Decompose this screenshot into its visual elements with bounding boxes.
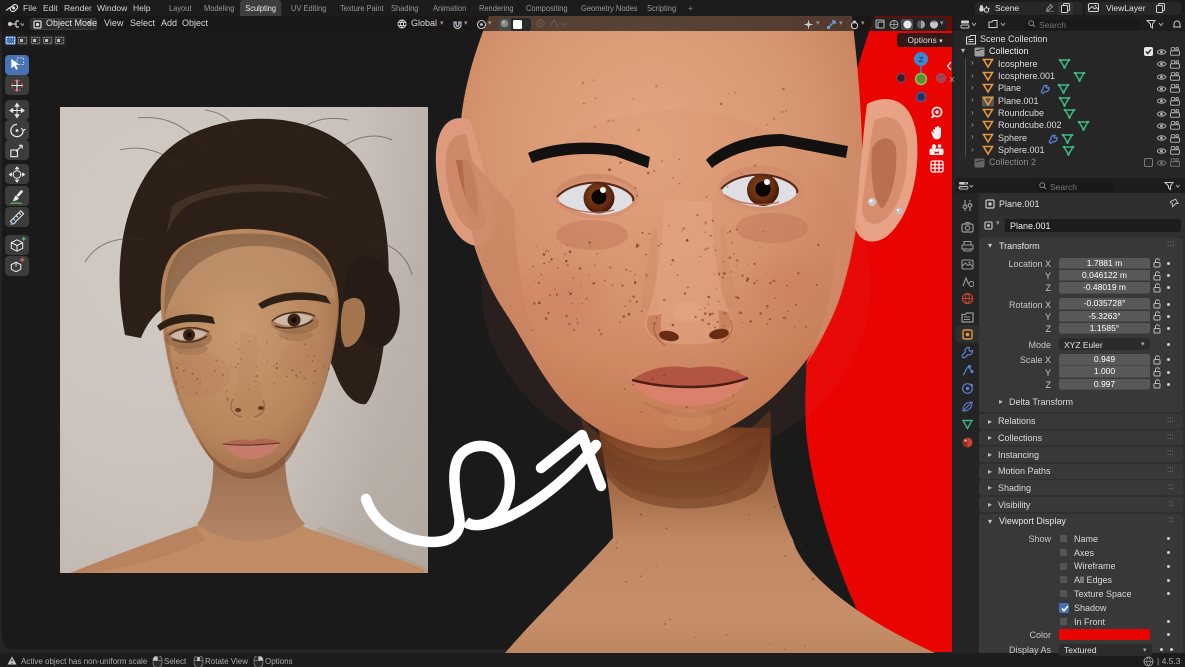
svg-text:X: X [949, 75, 954, 84]
svg-text:Z: Z [919, 55, 924, 64]
